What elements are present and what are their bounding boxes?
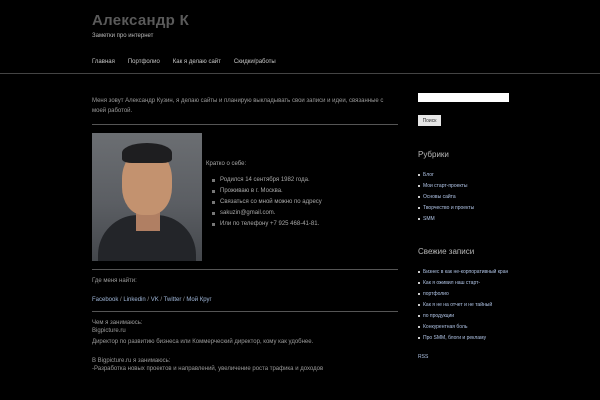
social-link-moikrug[interactable]: Мой Круг <box>186 297 211 303</box>
social-link-facebook[interactable]: Facebook <box>92 297 118 303</box>
profile-photo <box>92 133 202 261</box>
content-divider <box>92 124 398 125</box>
bio-list: Родился 14 сентября 1982 года. Проживаю … <box>206 175 322 230</box>
search-button[interactable]: Поиск <box>418 115 441 126</box>
social-link-twitter[interactable]: Twitter <box>164 297 182 303</box>
recent-post-item[interactable]: Как я оживил наш старт- <box>418 278 510 289</box>
photo-hair <box>122 143 172 163</box>
recent-post-item[interactable]: Бизнес в как не-корпоративный кран <box>418 267 510 278</box>
work-line: Директор по развитию бизнеса или Коммерч… <box>92 339 314 345</box>
bio-item: Проживаю в г. Москва. <box>212 186 322 197</box>
bio-heading: Кратко о себе: <box>206 161 247 167</box>
recent-post-item[interactable]: Как я не на отчет и не тайный <box>418 300 510 311</box>
category-item[interactable]: Основы сайта <box>418 192 510 203</box>
site-title[interactable]: Александр К <box>92 12 189 29</box>
social-link-linkedin[interactable]: Linkedin <box>123 297 145 303</box>
site-description: Заметки про интернет <box>92 33 154 39</box>
bio-item: Родился 14 сентября 1982 года. <box>212 175 322 186</box>
category-item[interactable]: Блог <box>418 170 510 181</box>
nav-item-how-i-make-sites[interactable]: Как я делаю сайт <box>173 59 221 65</box>
category-item[interactable]: SMM <box>418 214 510 225</box>
recent-posts-list: Бизнес в как не-корпоративный кран Как я… <box>418 267 510 344</box>
recent-post-item[interactable]: Конкурентная боль <box>418 322 510 333</box>
bio-item: Связаться со мной можно по адресу <box>212 197 322 208</box>
recent-posts-title: Свежие записи <box>418 247 475 256</box>
sidebar: Поиск Рубрики Блог Мои старт-проекты Осн… <box>418 93 510 360</box>
main-content: Меня зовут Александр Кузин, я делаю сайт… <box>92 96 398 375</box>
bio-section: Кратко о себе: Родился 14 сентября 1982 … <box>92 133 398 261</box>
content-divider <box>92 269 398 270</box>
recent-post-item[interactable]: портфолио <box>418 289 510 300</box>
nav-item-works[interactable]: Скидки/работы <box>234 59 276 65</box>
category-item[interactable]: Творчество и проекты <box>418 203 510 214</box>
recent-post-item[interactable]: по продукции <box>418 311 510 322</box>
categories-list: Блог Мои старт-проекты Основы сайта Твор… <box>418 170 510 225</box>
category-item[interactable]: Мои старт-проекты <box>418 181 510 192</box>
search-input[interactable] <box>418 93 509 102</box>
social-link-vk[interactable]: VK <box>151 297 159 303</box>
nav-item-portfolio[interactable]: Портфолио <box>128 59 160 65</box>
work-line: -Разработка новых проектов и направлений… <box>92 366 324 372</box>
social-title: Где меня найти: <box>92 278 137 284</box>
main-nav: Главная Портфолио Как я делаю сайт Скидк… <box>92 59 276 65</box>
bio-text: Кратко о себе: Родился 14 сентября 1982 … <box>206 133 322 261</box>
nav-item-home[interactable]: Главная <box>92 59 115 65</box>
bio-item[interactable]: sakuzin@gmail.com. <box>212 208 322 219</box>
rss-link[interactable]: RSS <box>418 354 510 360</box>
bio-item: Или по телефону +7 925 468-41-81. <box>212 219 322 230</box>
content-divider <box>92 311 398 312</box>
nav-divider <box>0 73 600 74</box>
social-links: Facebook / Linkedin / VK / Twitter / Мой… <box>92 297 398 303</box>
categories-title: Рубрики <box>418 150 449 159</box>
intro-text: Меня зовут Александр Кузин, я делаю сайт… <box>92 98 384 114</box>
recent-post-item[interactable]: Про SMM, блоги и рекламу <box>418 333 510 344</box>
work-line: Bigpicture.ru <box>92 328 126 334</box>
